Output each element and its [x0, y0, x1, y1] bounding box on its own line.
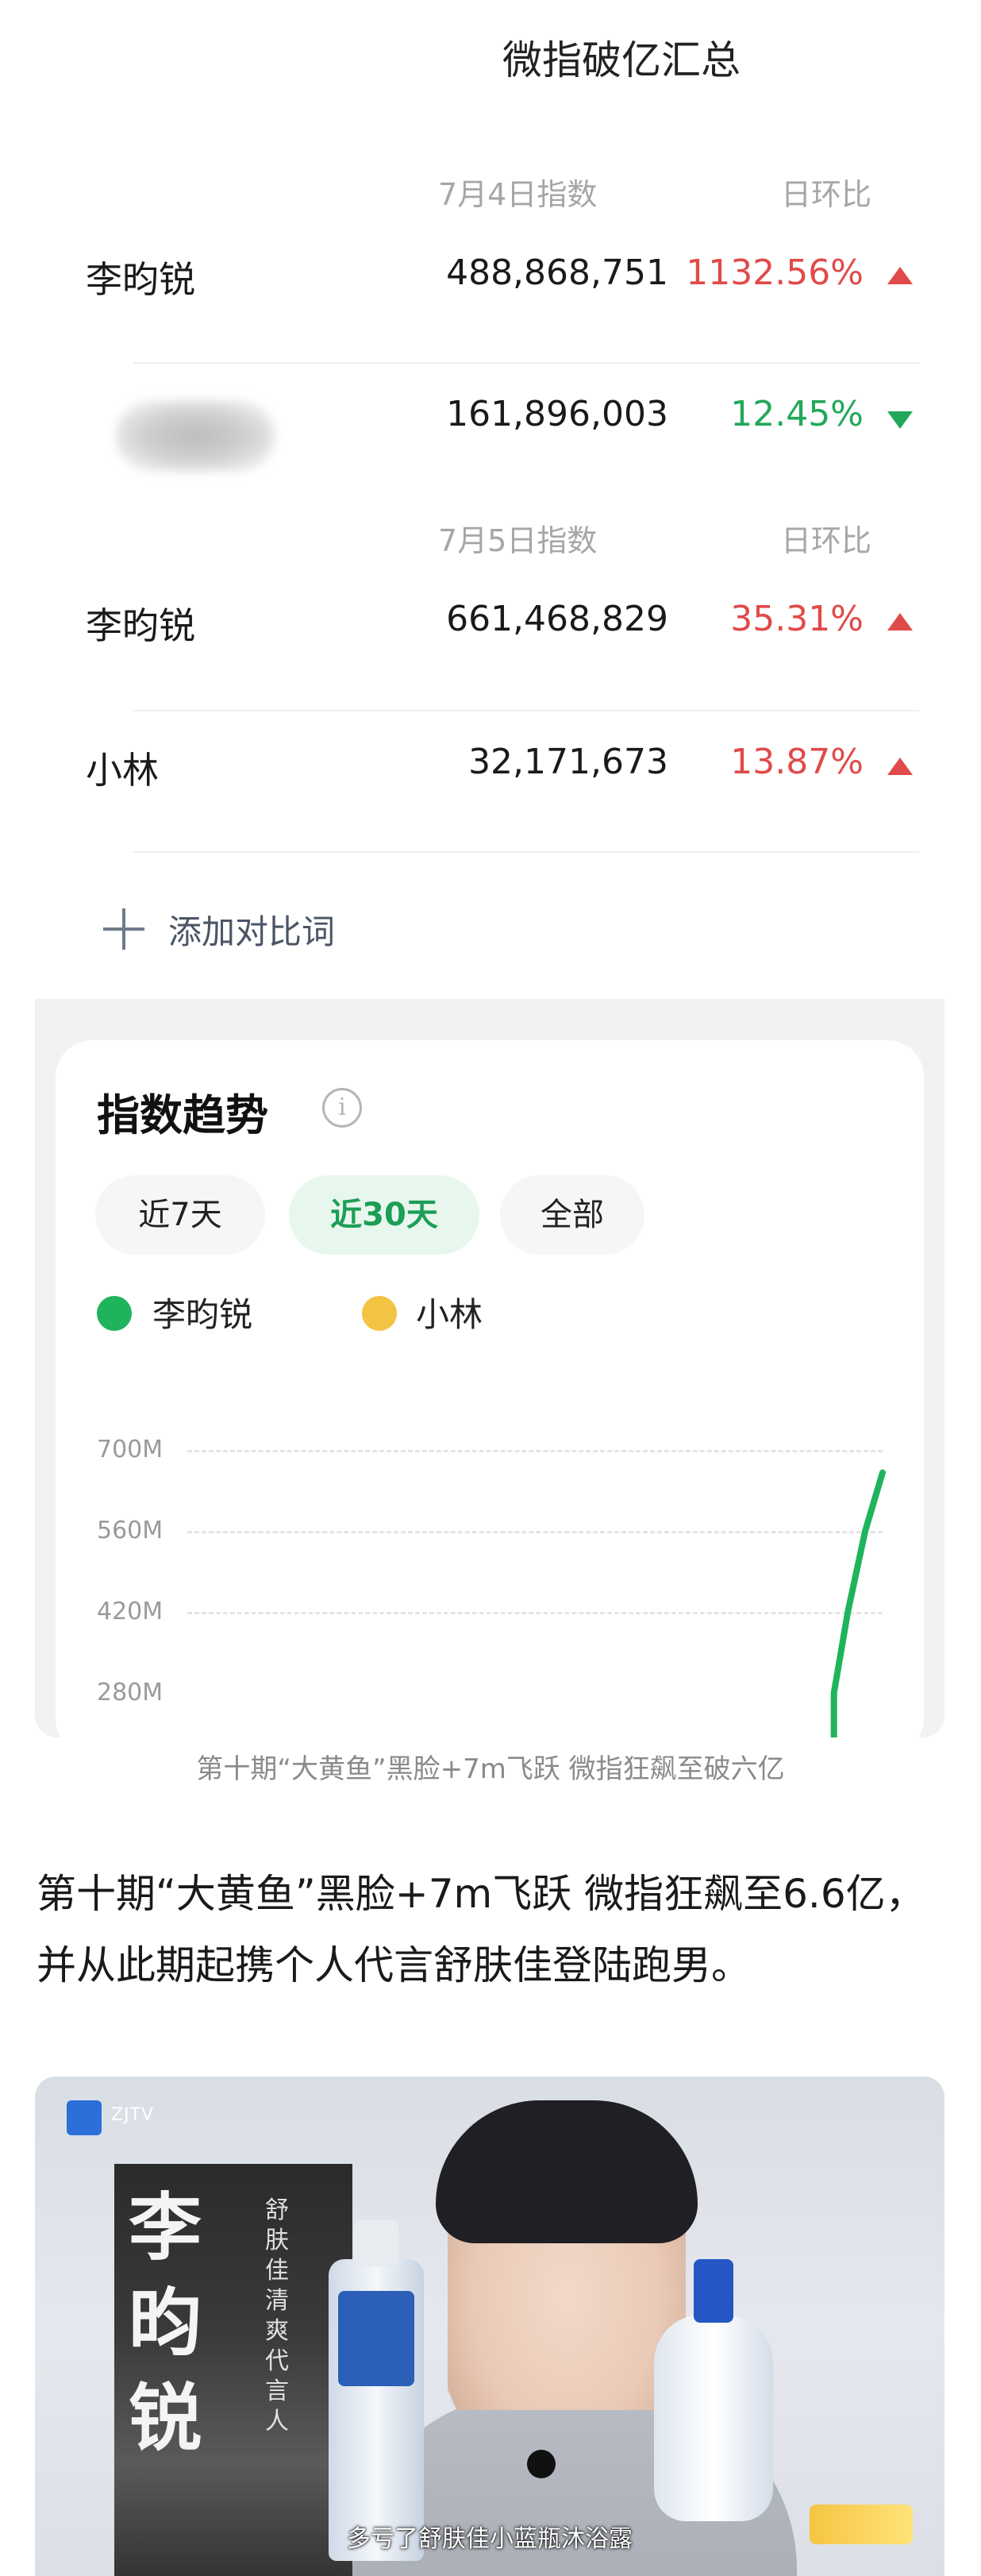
row-name: 李昀锐 — [86, 258, 195, 301]
index-date-label: 7月4日指数 — [438, 177, 598, 212]
trend-card: 指数趋势 i 近7天 近30天 全部 李昀锐 小林 700M 560M 420M… — [56, 1040, 924, 1737]
article-paragraph: 第十期“大黄鱼”黑脸+7m飞跃 微指狂飙至6.6亿，并从此期起携个人代言舒肤佳登… — [37, 1871, 925, 1988]
blurred-name — [116, 400, 275, 472]
trend-chart — [830, 1469, 886, 1737]
divider — [133, 362, 919, 364]
poster-vertical-text: 舒肤佳清爽代言人 — [265, 2196, 289, 2435]
row-value: 32,171,673 — [468, 742, 668, 782]
ratio-label: 日环比 — [781, 523, 872, 558]
page-title: 微指破亿汇总 — [502, 37, 741, 83]
row-value: 161,896,003 — [446, 394, 668, 434]
arrow-up-icon — [887, 613, 913, 631]
bottle-label — [338, 2291, 414, 2386]
row-value: 661,468,829 — [446, 599, 668, 639]
index-row[interactable]: 李昀锐 661,468,829 35.31% — [86, 569, 919, 708]
article-photo: ZJTV 李昀锐 舒肤佳清爽代言人 多亏了舒肤佳小蓝瓶沐浴露 — [35, 2077, 944, 2576]
row-change: 12.45% — [730, 394, 864, 434]
row-change: 35.31% — [730, 599, 864, 639]
arrow-up-icon — [887, 267, 913, 284]
poster: 李昀锐 舒肤佳清爽代言人 — [114, 2164, 352, 2576]
index-date-label: 7月5日指数 — [438, 523, 598, 558]
add-compare-button[interactable]: 添加对比词 — [103, 897, 335, 961]
person-hair — [436, 2100, 698, 2243]
trend-section: 指数趋势 i 近7天 近30天 全部 李昀锐 小林 700M 560M 420M… — [35, 999, 944, 1737]
series-line-liyunrui — [830, 1469, 886, 1737]
index-row[interactable]: 李昀锐 488,868,751 1132.56% — [86, 222, 919, 362]
zjtv-logo-icon — [67, 2100, 102, 2135]
bottle-pump — [694, 2259, 733, 2323]
bottle-left — [329, 2219, 424, 2561]
video-subtitle: 多亏了舒肤佳小蓝瓶沐浴露 — [347, 2525, 633, 2553]
plus-icon — [103, 908, 144, 950]
channel-logo-text: ZJTV — [111, 2105, 155, 2125]
row-value: 488,868,751 — [446, 253, 668, 293]
channel-logo: ZJTV — [51, 2092, 194, 2140]
row-name: 李昀锐 — [86, 604, 195, 647]
divider — [133, 851, 919, 853]
row-change: 13.87% — [730, 742, 864, 782]
row-name: 小林 — [86, 749, 159, 792]
bottle-right — [654, 2259, 773, 2521]
arrow-down-icon — [887, 411, 913, 429]
index-row[interactable]: 小林 32,171,673 13.87% — [86, 711, 919, 851]
row-change: 1132.56% — [686, 253, 864, 293]
bottle-cap — [354, 2219, 398, 2267]
add-compare-label: 添加对比词 — [168, 912, 336, 951]
microphone-icon — [527, 2450, 556, 2478]
chart-caption: 第十期“大黄鱼”黑脸+7m飞跃 微指狂飙至破六亿 — [196, 1753, 785, 1785]
ratio-label: 日环比 — [781, 177, 872, 212]
poster-name: 李昀锐 — [129, 2185, 202, 2461]
index-row[interactable]: 161,896,003 12.45% — [94, 365, 919, 505]
arrow-up-icon — [887, 758, 913, 775]
